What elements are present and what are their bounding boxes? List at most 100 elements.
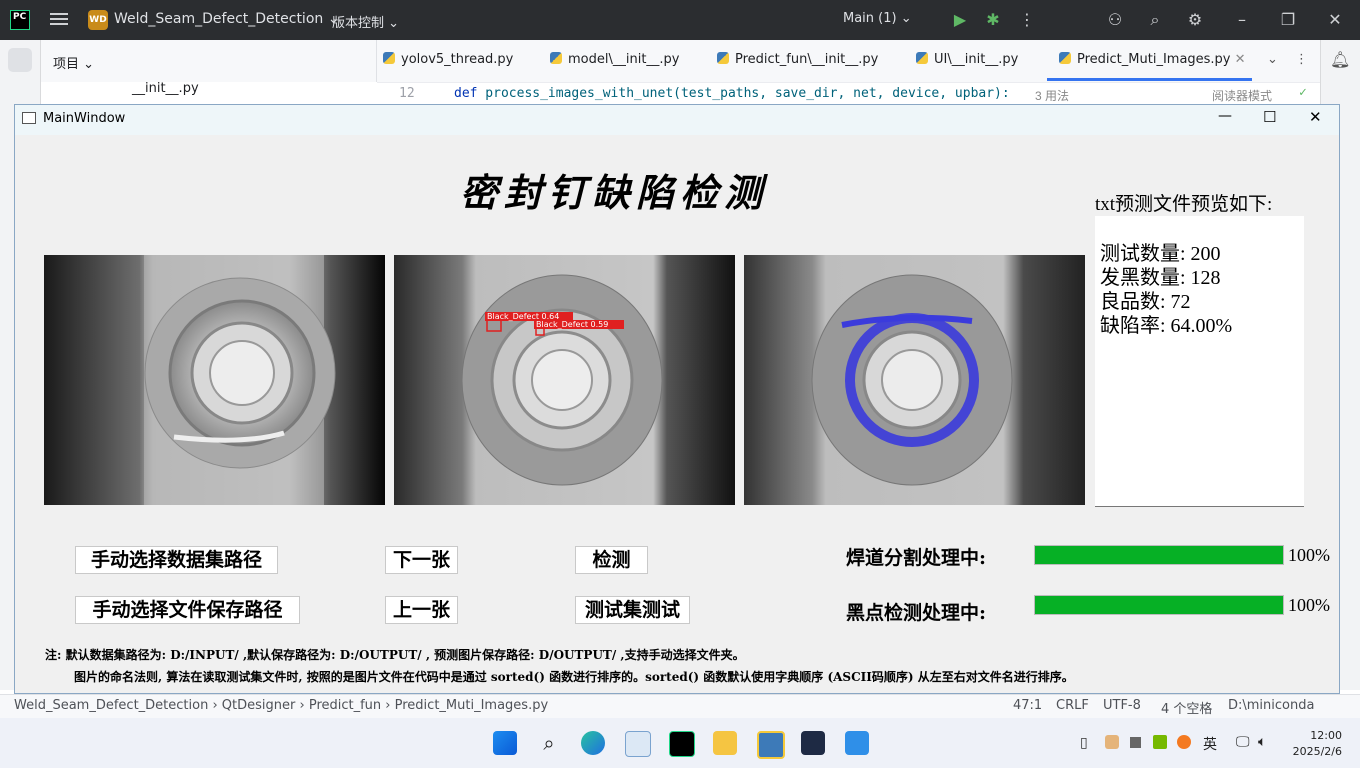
preview-stats: 测试数量: 200 发黑数量: 128 良品数: 72 缺陷率: 64.00% xyxy=(1100,242,1232,338)
editor-tab[interactable]: model\__init__.py xyxy=(550,52,680,67)
start-windows-icon[interactable] xyxy=(493,731,517,755)
app-title: 密封钉缺陷检测 xyxy=(460,170,769,215)
prev-image-button[interactable]: 上一张 xyxy=(385,596,458,624)
select-save-path-button[interactable]: 手动选择文件保存路径 xyxy=(75,596,300,624)
cat-app-icon[interactable] xyxy=(801,731,825,755)
black-spot-detection-progress xyxy=(1034,595,1284,615)
ide-close-icon[interactable]: ✕ xyxy=(1325,10,1345,30)
preview-label: txt预测文件预览如下: xyxy=(1095,194,1273,215)
cursor-position[interactable]: 47:1 xyxy=(1013,698,1042,713)
window-minimize-button[interactable]: — xyxy=(1218,108,1232,124)
pycharm-logo-icon: PC xyxy=(10,10,30,30)
progress-fill xyxy=(1035,596,1283,614)
ide-status-bar: Weld_Seam_Defect_Detection › QtDesigner … xyxy=(0,694,1360,719)
clock-time[interactable]: 12:00 xyxy=(1306,729,1342,742)
clock-date[interactable]: 2025/2/6 xyxy=(1288,745,1342,758)
window-app-icon xyxy=(22,112,36,124)
line-ending[interactable]: CRLF xyxy=(1056,698,1089,713)
project-badge[interactable]: WD xyxy=(88,10,108,30)
window-title-bar xyxy=(15,105,1339,135)
python-file-icon xyxy=(717,52,729,64)
black-spot-detection-percent: 100% xyxy=(1288,595,1330,615)
window-maximize-button[interactable]: ☐ xyxy=(1263,108,1276,126)
window-close-button[interactable]: ✕ xyxy=(1309,108,1322,126)
search-icon[interactable]: ⌕ xyxy=(1145,10,1165,30)
editor-tab[interactable]: UI\__init__.py xyxy=(916,52,1018,67)
python-app-icon[interactable] xyxy=(757,731,785,759)
stat-good-count: 良品数: 72 xyxy=(1100,291,1191,313)
stat-black-count: 发黑数量: 128 xyxy=(1100,267,1221,289)
volume-icon[interactable]: 🔈︎ xyxy=(1258,734,1266,750)
file-encoding[interactable]: UTF-8 xyxy=(1103,698,1141,713)
tray-usb-icon[interactable]: ▯ xyxy=(1080,735,1088,751)
project-panel-title[interactable]: 项目 ⌄ xyxy=(53,53,94,72)
breadcrumb[interactable]: Weld_Seam_Defect_Detection › QtDesigner … xyxy=(14,698,548,713)
network-icon[interactable]: 🖵︎ xyxy=(1236,734,1250,750)
project-name[interactable]: Weld_Seam_Defect_Detection ⌄ xyxy=(114,11,339,27)
editor-tab[interactable]: yolov5_thread.py xyxy=(383,52,513,67)
detection-photo: Black_Defect 0.64 Black_Defect 0.59 xyxy=(394,255,735,505)
test-set-button[interactable]: 测试集测试 xyxy=(575,596,690,624)
line-number: 12 xyxy=(399,86,415,101)
stat-defect-rate: 缺陷率: 64.00% xyxy=(1100,315,1233,337)
interpreter[interactable]: D:\miniconda xyxy=(1228,698,1314,713)
detection-label: Black_Defect 0.59 xyxy=(536,320,608,329)
select-dataset-path-button[interactable]: 手动选择数据集路径 xyxy=(75,546,278,574)
tab-list-chevron-icon[interactable]: ⌄ xyxy=(1267,52,1278,67)
note-default-paths: 注: 默认数据集路径为: D:/INPUT/ ,默认保存路径为: D:/OUTP… xyxy=(45,648,745,662)
folder-tool-icon[interactable] xyxy=(8,48,32,72)
tray-app-icon[interactable] xyxy=(1130,737,1141,748)
pycharm-taskbar-icon[interactable] xyxy=(669,731,695,757)
notifications-bell-icon[interactable]: 🔔︎ xyxy=(1330,50,1350,70)
file-explorer-icon[interactable] xyxy=(713,731,737,755)
segmentation-photo xyxy=(744,255,1085,505)
python-file-icon xyxy=(550,52,562,64)
segmentation-result-image xyxy=(744,255,1085,505)
input-method-indicator[interactable]: 英 xyxy=(1203,734,1217,754)
next-image-button[interactable]: 下一张 xyxy=(385,546,458,574)
python-file-icon xyxy=(916,52,928,64)
code-text: def process_images_with_unet(test_paths,… xyxy=(454,86,1010,101)
add-user-icon[interactable]: ⚇ xyxy=(1105,10,1125,30)
taskbar-search-icon[interactable]: ⌕ xyxy=(537,731,561,755)
code-line[interactable]: 12 def process_images_with_unet(test_pat… xyxy=(377,83,1320,105)
settings-gear-icon[interactable]: ⚙ xyxy=(1185,10,1205,30)
stat-test-count: 测试数量: 200 xyxy=(1100,243,1221,265)
more-actions-icon[interactable]: ⋮ xyxy=(1017,10,1037,30)
edge-browser-icon[interactable] xyxy=(581,731,605,755)
close-tab-icon[interactable]: ✕ xyxy=(1235,52,1246,67)
notepad-icon[interactable] xyxy=(845,731,869,755)
weld-segmentation-label: 焊道分割处理中: xyxy=(846,547,987,569)
task-manager-icon[interactable] xyxy=(625,731,651,757)
detect-button[interactable]: 检测 xyxy=(575,546,648,574)
python-file-icon xyxy=(383,52,395,64)
ide-minimize-icon[interactable]: – xyxy=(1232,10,1252,30)
hamburger-menu-icon[interactable] xyxy=(50,10,68,30)
tray-app-icon[interactable] xyxy=(1105,735,1119,749)
window-title: MainWindow xyxy=(43,111,126,126)
python-file-icon xyxy=(1059,52,1071,64)
editor-tab[interactable]: Predict_fun\__init__.py xyxy=(717,52,878,67)
nvidia-tray-icon[interactable] xyxy=(1153,735,1167,749)
run-icon[interactable]: ▶ xyxy=(950,10,970,30)
inspection-ok-icon[interactable]: ✓ xyxy=(1299,85,1307,100)
tray-app-icon[interactable] xyxy=(1177,735,1191,749)
detection-result-image: Black_Defect 0.64 Black_Defect 0.59 xyxy=(394,255,735,505)
progress-fill xyxy=(1035,546,1283,564)
original-image xyxy=(44,255,385,505)
debug-icon[interactable]: ✱ xyxy=(983,10,1003,30)
indent-setting[interactable]: 4 个空格 xyxy=(1161,698,1212,717)
editor-tab-active[interactable]: Predict_Muti_Images.py ✕ xyxy=(1059,52,1246,67)
usages-hint[interactable]: 3 用法 xyxy=(1035,87,1069,104)
active-tab-indicator xyxy=(1047,78,1252,81)
project-tree-file[interactable]: __init__.py xyxy=(132,81,199,96)
weld-segmentation-progress xyxy=(1034,545,1284,565)
vcs-menu[interactable]: 版本控制 ⌄ xyxy=(332,12,399,31)
tab-more-icon[interactable]: ⋮ xyxy=(1295,52,1308,67)
ide-restore-icon[interactable]: ❐ xyxy=(1278,10,1298,30)
black-spot-detection-label: 黑点检测处理中: xyxy=(846,602,987,624)
reader-mode-toggle[interactable]: 阅读器模式 xyxy=(1212,87,1272,104)
run-config-selector[interactable]: Main (1) ⌄ xyxy=(843,11,912,26)
seal-nail-photo xyxy=(44,255,385,505)
editor-tab-bar: yolov5_thread.py model\__init__.py Predi… xyxy=(377,40,1320,83)
